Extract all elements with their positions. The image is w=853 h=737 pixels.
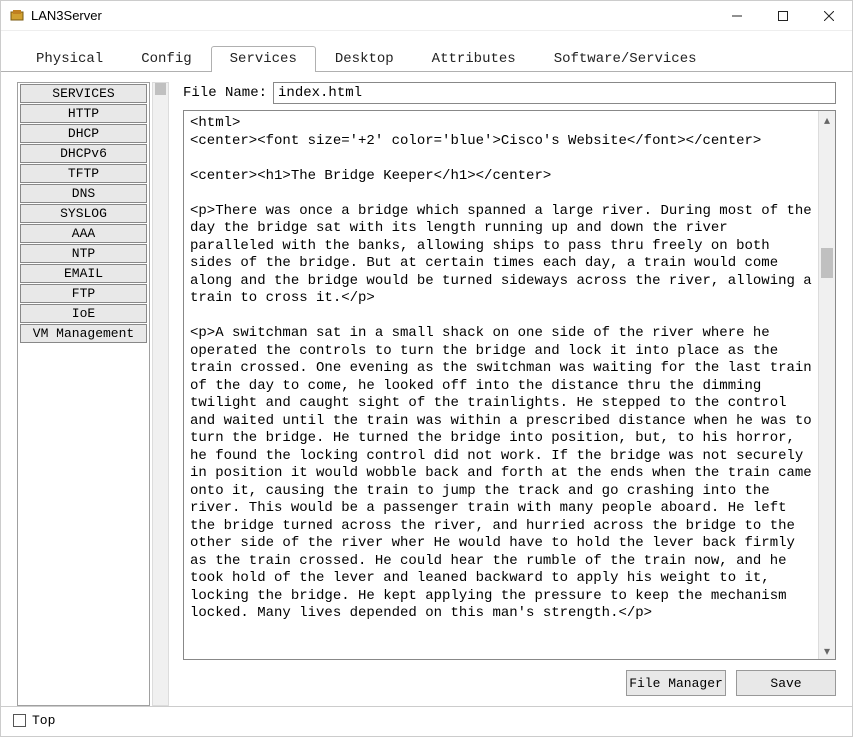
sidebar-item-ioe[interactable]: IoE	[20, 304, 147, 323]
file-name-label: File Name:	[183, 85, 267, 101]
sidebar-item-dhcp[interactable]: DHCP	[20, 124, 147, 143]
file-editor[interactable]: <html> <center><font size='+2' color='bl…	[184, 111, 818, 659]
scrollbar-track[interactable]	[819, 128, 835, 642]
sidebar-item-ftp[interactable]: FTP	[20, 284, 147, 303]
window-controls	[714, 1, 852, 31]
sidebar-item-tftp[interactable]: TFTP	[20, 164, 147, 183]
tab-physical[interactable]: Physical	[17, 46, 122, 72]
window-title: LAN3Server	[31, 8, 714, 23]
sidebar-scrollbar[interactable]	[152, 82, 169, 706]
scroll-up-icon[interactable]: ▴	[819, 111, 835, 128]
sidebar-item-http[interactable]: HTTP	[20, 104, 147, 123]
sidebar-item-syslog[interactable]: SYSLOG	[20, 204, 147, 223]
top-checkbox[interactable]	[13, 714, 26, 727]
tab-config[interactable]: Config	[122, 46, 210, 72]
tab-services[interactable]: Services	[211, 46, 316, 72]
main-panel: File Name: <html> <center><font size='+2…	[183, 82, 836, 706]
file-name-input[interactable]	[273, 82, 836, 104]
scroll-down-icon[interactable]: ▾	[819, 642, 835, 659]
tab-bar: Physical Config Services Desktop Attribu…	[1, 31, 852, 72]
top-checkbox-label: Top	[32, 713, 55, 728]
sidebar-container: SERVICES HTTP DHCP DHCPv6 TFTP DNS SYSLO…	[17, 82, 169, 706]
sidebar-item-email[interactable]: EMAIL	[20, 264, 147, 283]
minimize-button[interactable]	[714, 1, 760, 31]
save-button[interactable]: Save	[736, 670, 836, 696]
tab-software-services[interactable]: Software/Services	[535, 46, 716, 72]
editor-container: <html> <center><font size='+2' color='bl…	[183, 110, 836, 660]
maximize-button[interactable]	[760, 1, 806, 31]
tab-attributes[interactable]: Attributes	[413, 46, 535, 72]
tab-desktop[interactable]: Desktop	[316, 46, 413, 72]
scrollbar-thumb[interactable]	[821, 248, 833, 278]
content-area: SERVICES HTTP DHCP DHCPv6 TFTP DNS SYSLO…	[1, 72, 852, 706]
services-sidebar: SERVICES HTTP DHCP DHCPv6 TFTP DNS SYSLO…	[17, 82, 150, 706]
titlebar: LAN3Server	[1, 1, 852, 31]
sidebar-item-ntp[interactable]: NTP	[20, 244, 147, 263]
file-manager-button[interactable]: File Manager	[626, 670, 726, 696]
sidebar-item-aaa[interactable]: AAA	[20, 224, 147, 243]
bottom-bar: Top	[1, 706, 852, 736]
file-name-row: File Name:	[183, 82, 836, 104]
editor-scrollbar[interactable]: ▴ ▾	[818, 111, 835, 659]
sidebar-item-dhcpv6[interactable]: DHCPv6	[20, 144, 147, 163]
close-button[interactable]	[806, 1, 852, 31]
scrollbar-thumb[interactable]	[155, 83, 166, 95]
sidebar-item-vm-management[interactable]: VM Management	[20, 324, 147, 343]
sidebar-item-services[interactable]: SERVICES	[20, 84, 147, 103]
sidebar-item-dns[interactable]: DNS	[20, 184, 147, 203]
button-row: File Manager Save	[183, 666, 836, 706]
app-icon	[9, 8, 25, 24]
